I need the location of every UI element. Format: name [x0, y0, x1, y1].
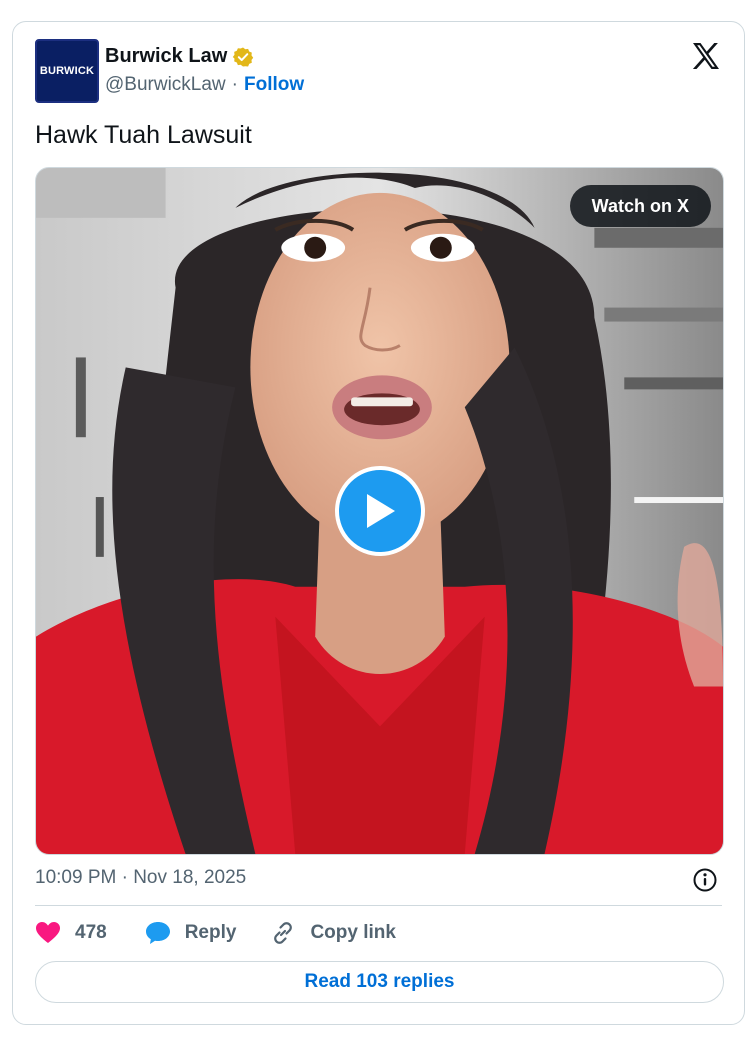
like-count: 478 [75, 922, 107, 943]
embedded-tweet-card: BURWICK Burwick Law @BurwickLaw · Follow… [12, 21, 745, 1025]
avatar[interactable]: BURWICK [35, 39, 99, 103]
verified-badge-icon [233, 47, 254, 66]
link-icon [274, 922, 293, 944]
divider [35, 905, 722, 906]
handle-separator: · [231, 74, 238, 95]
author-name-row: Burwick Law [105, 45, 254, 68]
heart-icon [36, 922, 60, 943]
follow-button[interactable]: Follow [244, 74, 304, 96]
copy-link-label: Copy link [310, 922, 396, 943]
x-logo-icon[interactable] [690, 40, 722, 72]
avatar-logo-text: BURWICK [39, 65, 95, 77]
author-handle[interactable]: @BurwickLaw [105, 74, 226, 96]
tweet-timestamp[interactable]: 10:09 PM · Nov 18, 2025 [35, 867, 246, 889]
watch-on-x-button[interactable]: Watch on X [569, 185, 711, 227]
author-handle-row: @BurwickLaw · Follow [105, 74, 304, 96]
copy-link-button[interactable]: Copy link [270, 920, 396, 946]
tweet-text: Hawk Tuah Lawsuit [35, 121, 252, 149]
info-icon[interactable] [692, 867, 718, 893]
play-button[interactable] [335, 466, 425, 556]
tweet-actions: 478 Reply Copy link [35, 919, 430, 947]
video-player[interactable]: Watch on X [35, 167, 724, 855]
like-button[interactable]: 478 [35, 921, 107, 945]
reply-button[interactable]: Reply [145, 921, 237, 945]
author-display-name[interactable]: Burwick Law [105, 45, 227, 68]
reply-bubble-icon [145, 922, 170, 944]
play-icon [367, 494, 395, 528]
read-replies-button[interactable]: Read 103 replies [35, 961, 724, 1003]
reply-label: Reply [184, 922, 237, 943]
